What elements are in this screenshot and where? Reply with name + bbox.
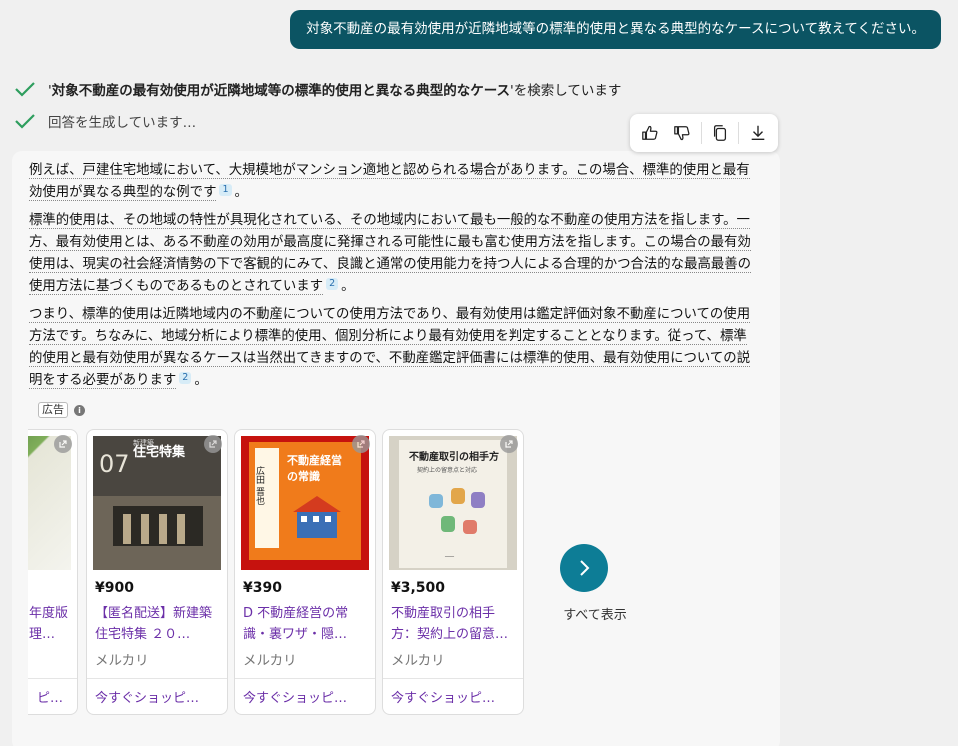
svg-text:の常識: の常識	[287, 469, 320, 483]
thumbs-down-icon	[674, 126, 690, 141]
copy-icon	[714, 125, 727, 141]
external-link-icon[interactable]	[352, 435, 370, 453]
toolbar-divider	[738, 122, 740, 144]
product-title[interactable]: 年度版 理…	[29, 603, 69, 645]
ad-label: 広告 i	[38, 402, 85, 418]
svg-text:契約上の留意点と対応: 契約上の留意点と対応	[417, 466, 477, 474]
carousel-next-button[interactable]	[560, 544, 608, 592]
product-image: 不動産取引の相手方 契約上の留意点と対応 ───	[389, 436, 517, 570]
answer-paragraph-1: 例えば、戸建住宅地域において、大規模地がマンション適地と認められる場合があります…	[29, 163, 750, 201]
product-card[interactable]: 広田 晋也 不動産経営 の常識 ¥390 D 不動産経営の常識・裏ワザ・隠… メ…	[234, 429, 376, 715]
svg-text:不動産経営: 不動産経営	[287, 453, 342, 467]
thumbs-up-button[interactable]	[636, 119, 664, 147]
status-generating: 回答を生成しています…	[14, 111, 196, 131]
citation-badge[interactable]: 1	[219, 184, 232, 196]
info-icon[interactable]: i	[74, 404, 85, 416]
svg-text:不動産取引の相手方: 不動産取引の相手方	[409, 450, 499, 463]
see-all-link[interactable]: すべて表示	[550, 604, 640, 623]
user-message-bubble: 対象不動産の最有効使用が近隣地域等の標準的使用と異なる典型的なケースについて教え…	[290, 10, 941, 49]
product-image: 広田 晋也 不動産経営 の常識	[241, 436, 369, 570]
svg-text:───: ───	[444, 554, 455, 560]
answer-paragraph-2: 標準的使用は、その地域の特性が具現化されている、その地域内において最も一般的な不…	[29, 213, 752, 295]
response-toolbar	[630, 114, 778, 152]
shop-now-link[interactable]: ピ…	[28, 678, 77, 714]
citation-badge[interactable]: 2	[179, 372, 192, 384]
generating-text: 回答を生成しています…	[48, 115, 197, 131]
svg-text:07: 07	[99, 450, 130, 478]
answer-paragraph-3: つまり、標準的使用は近隣地域内の不動産についての使用方法であり、最有効使用は鑑定…	[29, 307, 751, 389]
check-icon	[15, 82, 35, 97]
download-icon	[751, 125, 765, 140]
citation-badge[interactable]: 2	[326, 278, 339, 290]
product-seller: メルカリ	[95, 653, 149, 669]
product-title[interactable]: D 不動産経営の常識・裏ワザ・隠…	[243, 603, 369, 645]
product-card[interactable]: 不動産取引の相手方 契約上の留意点と対応 ─── ¥3,500 不動産取引の相手…	[382, 429, 524, 715]
chevron-right-icon	[580, 560, 590, 576]
shop-now-link[interactable]: 今すぐショッピ…	[383, 678, 523, 714]
product-title[interactable]: 不動産取引の相手方：契約上の留意…	[391, 603, 517, 645]
product-image	[28, 436, 71, 570]
product-seller: メルカリ	[243, 653, 297, 669]
answer-card: 例えば、戸建住宅地域において、大規模地がマンション適地と認められる場合があります…	[12, 151, 780, 746]
product-carousel: 年度版 理… ピ… 07 住宅特集 新建築 ¥900 【匿名配送】新建築 住宅特…	[28, 429, 536, 715]
toolbar-divider	[700, 122, 702, 144]
searching-suffix: を検索しています	[513, 83, 622, 99]
copy-button[interactable]	[706, 119, 734, 147]
thumbs-up-icon	[642, 125, 658, 140]
product-seller: メルカリ	[391, 653, 445, 669]
check-icon	[15, 114, 35, 129]
product-price: ¥390	[243, 580, 282, 596]
svg-text:広田 晋也: 広田 晋也	[254, 465, 265, 505]
product-title[interactable]: 【匿名配送】新建築 住宅特集 ２０…	[95, 603, 221, 645]
shop-now-link[interactable]: 今すぐショッピ…	[87, 678, 227, 714]
external-link-icon[interactable]	[54, 435, 72, 453]
status-searching: '対象不動産の最有効使用が近隣地域等の標準的使用と異なる典型的なケース' を検索…	[14, 79, 621, 99]
product-price: ¥900	[95, 580, 134, 596]
svg-text:新建築: 新建築	[133, 438, 154, 447]
product-card[interactable]: 07 住宅特集 新建築 ¥900 【匿名配送】新建築 住宅特集 ２０… メルカリ…	[86, 429, 228, 715]
external-link-icon[interactable]	[204, 435, 222, 453]
shop-now-link[interactable]: 今すぐショッピ…	[235, 678, 375, 714]
product-card[interactable]: 年度版 理… ピ…	[28, 429, 78, 715]
product-image: 07 住宅特集 新建築	[93, 436, 221, 570]
download-button[interactable]	[744, 119, 772, 147]
search-query-text: 対象不動産の最有効使用が近隣地域等の標準的使用と異なる典型的なケース	[51, 83, 511, 99]
external-link-icon[interactable]	[500, 435, 518, 453]
product-price: ¥3,500	[391, 580, 446, 596]
thumbs-down-button[interactable]	[668, 119, 696, 147]
